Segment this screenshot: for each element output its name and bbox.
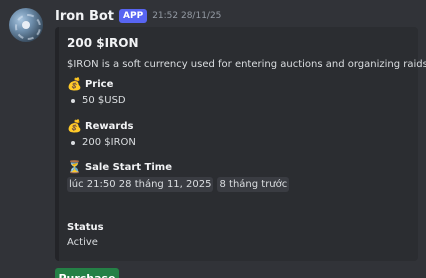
purchase-button[interactable]: Purchase — [55, 268, 119, 278]
sale-start-relative-time[interactable]: 8 tháng trước — [217, 177, 290, 192]
embed-card: 200 $IRON $IRON is a soft currency used … — [55, 27, 426, 261]
rewards-label: Rewards — [84, 120, 134, 132]
rewards-field-name: 💰 Rewards — [67, 120, 133, 132]
embed-title: 200 $IRON — [67, 36, 139, 50]
rewards-value: 200 $IRON — [71, 137, 136, 148]
status-field-name: Status — [67, 222, 104, 233]
sale-start-timestamp[interactable]: lúc 21:50 28 tháng 11, 2025 — [67, 177, 214, 192]
embed-description: $IRON is a soft currency used for enteri… — [67, 59, 426, 70]
sale-start-time-row: lúc 21:50 28 tháng 11, 2025 8 tháng trướ… — [67, 177, 290, 192]
price-value: 50 $USD — [71, 95, 126, 106]
price-field-name: 💰 Price — [67, 78, 113, 90]
hourglass-icon: ⏳ — [67, 160, 82, 174]
sale-start-field-name: ⏳ Sale Start Time — [67, 161, 172, 173]
status-value: Active — [67, 237, 98, 248]
bot-avatar[interactable] — [9, 8, 43, 42]
bot-message: Iron Bot APP 21:52 28/11/25 200 $IRON $I… — [0, 0, 426, 278]
sale-start-label: Sale Start Time — [84, 161, 172, 173]
price-label: Price — [84, 78, 114, 90]
app-badge: APP — [119, 9, 148, 23]
message-header: Iron Bot APP 21:52 28/11/25 — [55, 7, 221, 25]
money-bag-icon: 💰 — [67, 119, 82, 133]
message-timestamp[interactable]: 21:52 28/11/25 — [152, 11, 221, 21]
money-bag-icon: 💰 — [67, 77, 82, 91]
username[interactable]: Iron Bot — [55, 9, 114, 24]
